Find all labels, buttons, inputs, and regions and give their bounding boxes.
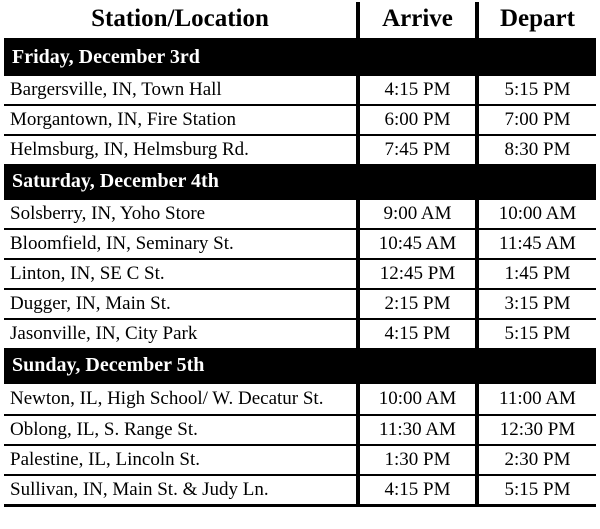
cell-arrive: 12:45 PM (356, 259, 477, 290)
column-header-arrive: Arrive (356, 2, 477, 42)
table-header: Station/Location Arrive Depart (4, 2, 596, 42)
cell-station: Bargersville, IN, Town Hall (4, 75, 358, 106)
date-header-label: Saturday, December 4th (4, 165, 596, 200)
cell-depart: 5:15 PM (475, 75, 596, 106)
schedule-document: Station/Location Arrive Depart Friday, D… (0, 0, 600, 529)
cell-depart: 5:15 PM (475, 319, 596, 350)
table-row: Sullivan, IN, Main St. & Judy Ln. 4:15 PM… (4, 475, 596, 507)
cell-depart: 3:15 PM (475, 289, 596, 320)
cell-arrive: 10:00 AM (356, 383, 477, 416)
table-row: Newton, IL, High School/ W. Decatur St. 1… (4, 383, 596, 416)
cell-depart: 12:30 PM (475, 415, 596, 446)
table-row: Dugger, IN, Main St. 2:15 PM 3:15 PM (4, 289, 596, 320)
date-header-row: Sunday, December 5th (4, 349, 596, 384)
table-row: Oblong, IL, S. Range St. 11:30 AM 12:30 PM (4, 415, 596, 446)
table-row: Helmsburg, IN, Helmsburg Rd. 7:45 PM 8:30 … (4, 135, 596, 166)
date-header-label: Friday, December 3rd (4, 40, 596, 76)
cell-depart: 5:15 PM (475, 475, 596, 507)
cell-depart: 1:45 PM (475, 259, 596, 290)
cell-station: Palestine, IL, Lincoln St. (4, 445, 358, 476)
cell-station: Helmsburg, IN, Helmsburg Rd. (4, 135, 358, 166)
cell-station: Morgantown, IN, Fire Station (4, 105, 358, 136)
table-row: Morgantown, IN, Fire Station 6:00 PM 7:00 … (4, 105, 596, 136)
schedule-table: Station/Location Arrive Depart Friday, D… (4, 2, 596, 507)
date-header-row: Saturday, December 4th (4, 165, 596, 200)
table-row: Jasonville, IN, City Park 4:15 PM 5:15 PM (4, 319, 596, 350)
table-row: Linton, IN, SE C St. 12:45 PM 1:45 PM (4, 259, 596, 290)
table-row: Bargersville, IN, Town Hall 4:15 PM 5:15 P… (4, 75, 596, 106)
cell-depart: 11:00 AM (475, 383, 596, 416)
cell-station: Solsberry, IN, Yoho Store (4, 199, 358, 230)
cell-station: Newton, IL, High School/ W. Decatur St. (4, 383, 358, 416)
cell-depart: 2:30 PM (475, 445, 596, 476)
cell-depart: 10:00 AM (475, 199, 596, 230)
table-row: Solsberry, IN, Yoho Store 9:00 AM 10:00 AM (4, 199, 596, 230)
cell-depart: 7:00 PM (475, 105, 596, 136)
cell-arrive: 1:30 PM (356, 445, 477, 476)
cell-station: Sullivan, IN, Main St. & Judy Ln. (4, 475, 358, 507)
cell-station: Oblong, IL, S. Range St. (4, 415, 358, 446)
date-header-row: Friday, December 3rd (4, 40, 596, 76)
table-row: Palestine, IL, Lincoln St. 1:30 PM 2:30 PM (4, 445, 596, 476)
cell-arrive: 4:15 PM (356, 475, 477, 507)
column-header-station: Station/Location (4, 2, 358, 42)
cell-depart: 11:45 AM (475, 229, 596, 260)
cell-arrive: 7:45 PM (356, 135, 477, 166)
cell-station: Jasonville, IN, City Park (4, 319, 358, 350)
cell-arrive: 4:15 PM (356, 75, 477, 106)
cell-arrive: 10:45 AM (356, 229, 477, 260)
table-body: Friday, December 3rd Bargersville, IN, To… (4, 40, 596, 507)
cell-depart: 8:30 PM (475, 135, 596, 166)
column-header-depart: Depart (475, 2, 596, 42)
cell-arrive: 4:15 PM (356, 319, 477, 350)
cell-station: Bloomfield, IN, Seminary St. (4, 229, 358, 260)
cell-arrive: 11:30 AM (356, 415, 477, 446)
date-header-label: Sunday, December 5th (4, 349, 596, 384)
header-row: Station/Location Arrive Depart (4, 2, 596, 42)
cell-arrive: 2:15 PM (356, 289, 477, 320)
cell-arrive: 9:00 AM (356, 199, 477, 230)
cell-station: Linton, IN, SE C St. (4, 259, 358, 290)
cell-arrive: 6:00 PM (356, 105, 477, 136)
cell-station: Dugger, IN, Main St. (4, 289, 358, 320)
table-row: Bloomfield, IN, Seminary St. 10:45 AM 11:4… (4, 229, 596, 260)
